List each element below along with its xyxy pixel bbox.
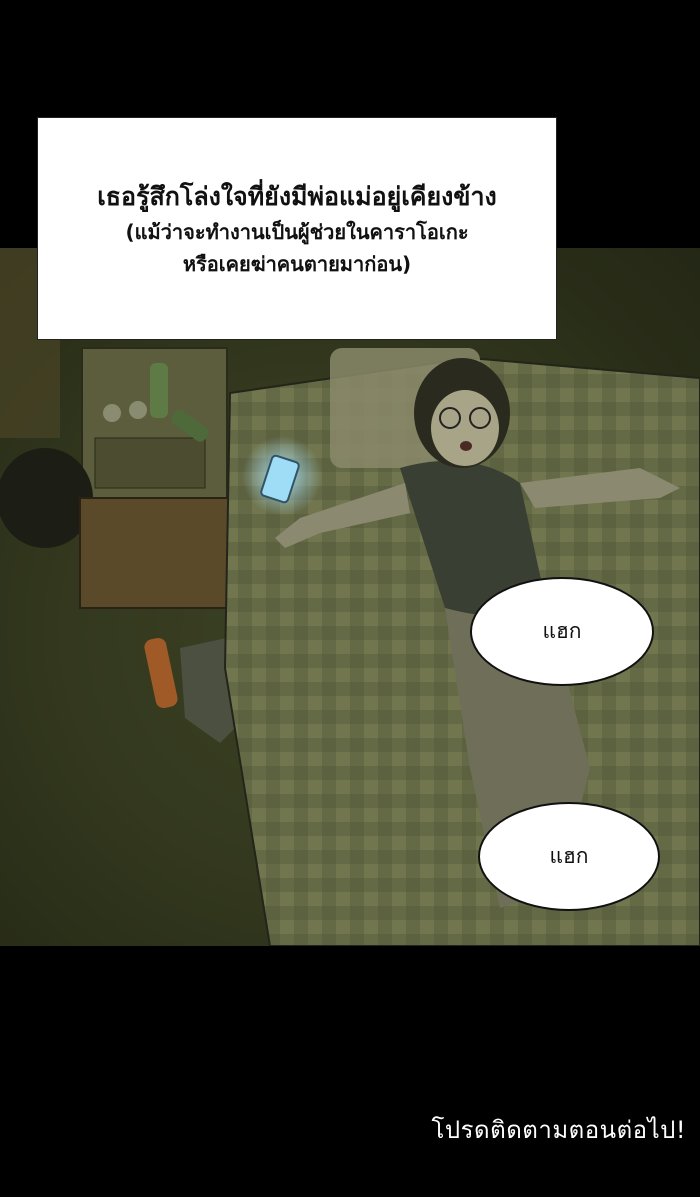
can bbox=[103, 404, 121, 422]
speech-text: แฮก bbox=[542, 619, 582, 643]
girl-face bbox=[431, 390, 499, 466]
shelf-drawer bbox=[94, 437, 206, 489]
narration-line-2: (แม้ว่าจะทำงานเป็นผู้ช่วยในคาราโอเกะ bbox=[125, 219, 469, 244]
can bbox=[129, 401, 147, 419]
speech-bubble: แฮก bbox=[478, 802, 660, 911]
narration-line-3: หรือเคยฆ่าคนตายมาก่อน) bbox=[182, 251, 412, 276]
speech-bubble: แฮก bbox=[470, 577, 654, 686]
narration-line-1: เธอรู้สึกโล่งใจที่ยังมีพ่อแม่อยู่เคียงข้… bbox=[97, 181, 497, 211]
girl-mouth bbox=[460, 441, 472, 451]
narration-box: เธอรู้สึกโล่งใจที่ยังมีพ่อแม่อยู่เคียงข้… bbox=[37, 117, 557, 340]
to-be-continued-text: โปรดติดตามตอนต่อไป! bbox=[431, 1116, 686, 1144]
speech-text: แฮก bbox=[549, 844, 589, 868]
green-bottle bbox=[150, 363, 168, 418]
cardboard-box bbox=[79, 497, 231, 609]
